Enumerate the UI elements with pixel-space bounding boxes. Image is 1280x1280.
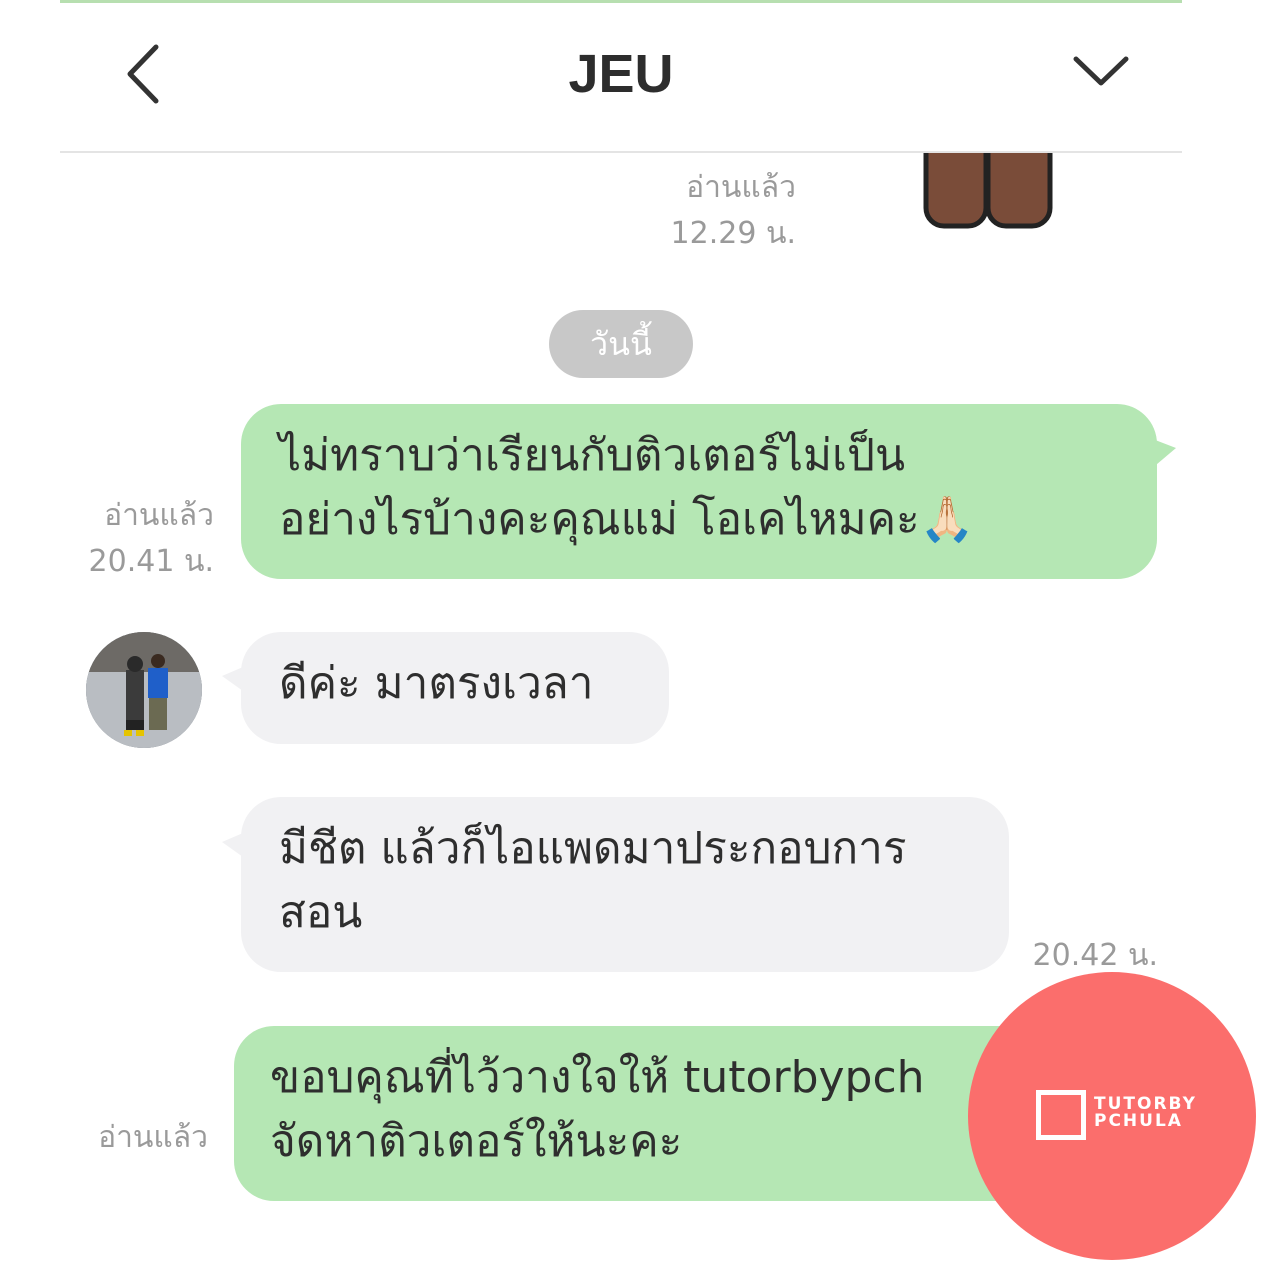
badge-line: PCHULA (1094, 1111, 1183, 1131)
message-line: อย่างไรบ้างคะคุณแม่ โอเคไหมคะ🙏🏻 (279, 494, 975, 545)
read-receipt: อ่านแล้ว (98, 1120, 208, 1155)
chat-header: JEU (60, 3, 1182, 153)
message-line: มีชีต แล้วก็ไอแพดมาประกอบการ (279, 823, 907, 874)
message-time: 20.41 น. (88, 544, 214, 579)
avatar[interactable] (86, 632, 202, 748)
bubble-tail (1150, 438, 1176, 470)
bear-sticker[interactable] (920, 140, 1060, 232)
date-divider: วันนี้ (549, 310, 693, 378)
message-line: สอน (279, 887, 363, 938)
chevron-down-icon[interactable] (1070, 49, 1132, 93)
message-line: ไม่ทราบว่าเรียนกับติวเตอร์ไม่เป็น (279, 430, 906, 481)
avatar-photo (86, 632, 202, 748)
logo-square-icon (1036, 1090, 1086, 1140)
badge-text: TUTORBY PCHULA (1094, 1096, 1197, 1130)
read-receipt: อ่านแล้ว (104, 498, 214, 533)
outgoing-message[interactable]: ไม่ทราบว่าเรียนกับติวเตอร์ไม่เป็น อย่างไ… (241, 404, 1157, 579)
tutorbypchula-badge: TUTORBY PCHULA (968, 972, 1256, 1260)
message-time: 20.42 น. (1032, 938, 1158, 973)
message-line: ดีค่ะ มาตรงเวลา (279, 658, 594, 709)
incoming-message[interactable]: มีชีต แล้วก็ไอแพดมาประกอบการ สอน (241, 797, 1009, 972)
message-time: 12.29 น. (670, 216, 796, 251)
incoming-message[interactable]: ดีค่ะ มาตรงเวลา (241, 632, 669, 744)
read-receipt: อ่านแล้ว (686, 170, 796, 205)
chat-title[interactable]: JEU (60, 43, 1182, 105)
